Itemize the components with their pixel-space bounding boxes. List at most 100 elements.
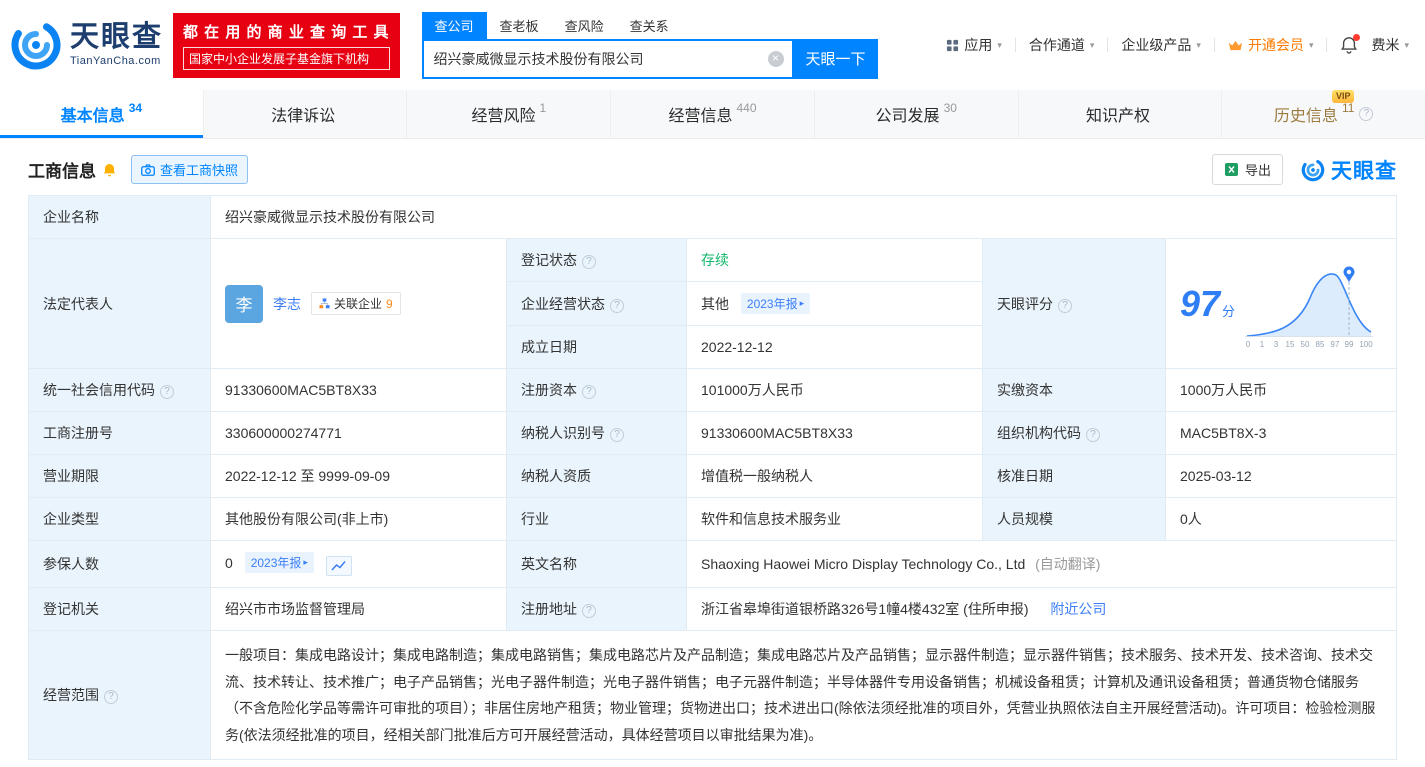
help-icon[interactable]: ? [610, 299, 624, 313]
chevron-down-icon: ▾ [1196, 40, 1201, 51]
crown-icon [1228, 39, 1243, 52]
snapshot-button[interactable]: 查看工商快照 [131, 155, 248, 184]
tab-company-development[interactable]: 公司发展 30 [815, 90, 1019, 138]
paid-capital-value: 1000万人民币 [1166, 369, 1397, 412]
chevron-down-icon: ▾ [1309, 40, 1314, 51]
tab-business-risk[interactable]: 经营风险 1 [407, 90, 611, 138]
taxpayer-quality-label: 纳税人资质 [507, 455, 687, 498]
est-date-label: 成立日期 [507, 326, 687, 369]
nav-apps-label: 应用 [964, 35, 992, 55]
search-tab-relation[interactable]: 查关系 [617, 12, 682, 39]
industry-label: 行业 [507, 498, 687, 541]
export-button[interactable]: 导出 [1212, 154, 1283, 185]
search-input[interactable] [424, 51, 792, 67]
nav-cooperation[interactable]: 合作通道 ▾ [1029, 35, 1095, 55]
search-tab-boss[interactable]: 查老板 [487, 12, 552, 39]
approval-date-value: 2025-03-12 [1166, 455, 1397, 498]
tab-label: 知识产权 [1086, 102, 1150, 126]
company-type-value: 其他股份有限公司(非上市) [211, 498, 507, 541]
paid-capital-label: 实缴资本 [983, 369, 1166, 412]
avatar[interactable]: 李 [225, 285, 263, 323]
svg-text:99: 99 [1345, 340, 1354, 349]
legal-rep-name-link[interactable]: 李志 [273, 294, 301, 314]
tab-count: 440 [737, 101, 757, 115]
table-row: 工商注册号 330600000274771 纳税人识别号? 91330600MA… [29, 412, 1397, 455]
help-icon[interactable]: ? [1359, 107, 1373, 121]
reg-address-value: 浙江省皋埠街道银桥路326号1幢4楼432室 (住所申报) 附近公司 [687, 588, 1397, 631]
business-scope-label: 经营范围? [29, 631, 211, 760]
tab-count: 1 [539, 101, 546, 115]
chevron-down-icon: ▾ [997, 40, 1002, 51]
nav-apps[interactable]: 应用 ▾ [946, 35, 1002, 55]
help-icon[interactable]: ? [160, 385, 174, 399]
company-type-label: 企业类型 [29, 498, 211, 541]
help-icon[interactable]: ? [610, 428, 624, 442]
tax-id-label: 纳税人识别号? [507, 412, 687, 455]
tab-intellectual-property[interactable]: 知识产权 [1019, 90, 1223, 138]
tab-legal-proceedings[interactable]: 法律诉讼 [204, 90, 408, 138]
related-companies-badge[interactable]: 关联企业 9 [311, 292, 401, 315]
tab-count: 30 [944, 101, 957, 115]
snapshot-label: 查看工商快照 [160, 160, 238, 179]
reg-authority-value: 绍兴市市场监督管理局 [211, 588, 507, 631]
search-area: 查公司 查老板 查风险 查关系 × 天眼一下 [422, 12, 878, 79]
nav-user-menu[interactable]: 费米 ▾ [1371, 35, 1409, 55]
svg-text:1: 1 [1260, 340, 1265, 349]
help-icon[interactable]: ? [104, 690, 118, 704]
svg-text:97: 97 [1331, 340, 1340, 349]
nav-divider [1214, 38, 1215, 52]
score-number: 97 [1180, 283, 1220, 324]
svg-text:15: 15 [1286, 340, 1295, 349]
export-label: 导出 [1245, 160, 1271, 179]
brand-name: 天眼查 [1331, 155, 1397, 185]
help-icon[interactable]: ? [1058, 299, 1072, 313]
score-value: 97分 0 1 3 15 50 85 97 99 [1166, 239, 1397, 369]
insured-count-label: 参保人数 [29, 541, 211, 588]
tab-business-info[interactable]: 经营信息 440 [611, 90, 815, 138]
promo-line2: 国家中小企业发展子基金旗下机构 [183, 47, 390, 70]
promo-banner: 都 在 用 的 商 业 查 询 工 具 国家中小企业发展子基金旗下机构 [173, 13, 400, 78]
business-info-header: 工商信息 查看工商快照 导出 天眼查 [28, 154, 1397, 185]
score-unit: 分 [1222, 304, 1235, 319]
reg-capital-value: 101000万人民币 [687, 369, 983, 412]
credit-code-value: 91330600MAC5BT8X33 [211, 369, 507, 412]
annual-report-badge[interactable]: 2023年报▸ [741, 293, 810, 314]
nav-open-vip[interactable]: 开通会员 ▾ [1228, 35, 1314, 55]
nav-vip-label: 开通会员 [1248, 35, 1304, 55]
help-icon[interactable]: ? [582, 385, 596, 399]
tianyancha-logo[interactable]: 天眼查 TianYanCha.com [10, 19, 163, 71]
notifications-bell[interactable] [1340, 36, 1358, 54]
nav-cooperation-label: 合作通道 [1029, 35, 1085, 55]
svg-text:0: 0 [1246, 340, 1251, 349]
annual-report-badge[interactable]: 2023年报▸ [245, 552, 314, 573]
search-button[interactable]: 天眼一下 [794, 39, 878, 79]
arrow-right-icon: ▸ [800, 298, 805, 309]
reg-capital-label: 注册资本? [507, 369, 687, 412]
search-tab-company[interactable]: 查公司 [422, 12, 487, 39]
help-icon[interactable]: ? [582, 604, 596, 618]
op-status-label: 企业经营状态? [507, 282, 687, 326]
help-icon[interactable]: ? [1086, 428, 1100, 442]
tab-history-info[interactable]: 历史信息 VIP 11 ? [1222, 90, 1425, 138]
table-row: 参保人数 0 2023年报▸ 英文名称 Shaoxing Haowei Micr… [29, 541, 1397, 588]
tab-basic-info[interactable]: 基本信息 34 [0, 90, 204, 138]
alert-bell-icon[interactable] [102, 162, 117, 178]
search-input-wrap: × [422, 39, 794, 79]
trend-chart-button[interactable] [326, 556, 352, 576]
clear-icon[interactable]: × [768, 51, 784, 67]
promo-line1: 都 在 用 的 商 业 查 询 工 具 [183, 21, 390, 42]
excel-icon [1224, 162, 1239, 177]
help-icon[interactable]: ? [582, 255, 596, 269]
nearby-companies-link[interactable]: 附近公司 [1050, 601, 1106, 617]
insured-count-value: 0 2023年报▸ [211, 541, 507, 588]
org-code-label: 组织机构代码? [983, 412, 1166, 455]
camera-icon [141, 164, 155, 176]
tab-count: 11 [1342, 101, 1354, 115]
reg-status-label: 登记状态? [507, 239, 687, 282]
tab-label: 历史信息 [1274, 102, 1338, 126]
trend-line-icon [331, 560, 347, 572]
nav-enterprise-products[interactable]: 企业级产品 ▾ [1121, 35, 1201, 55]
logo-subtext: TianYanCha.com [70, 55, 163, 67]
tab-label: 基本信息 [61, 102, 125, 126]
search-tab-risk[interactable]: 查风险 [552, 12, 617, 39]
